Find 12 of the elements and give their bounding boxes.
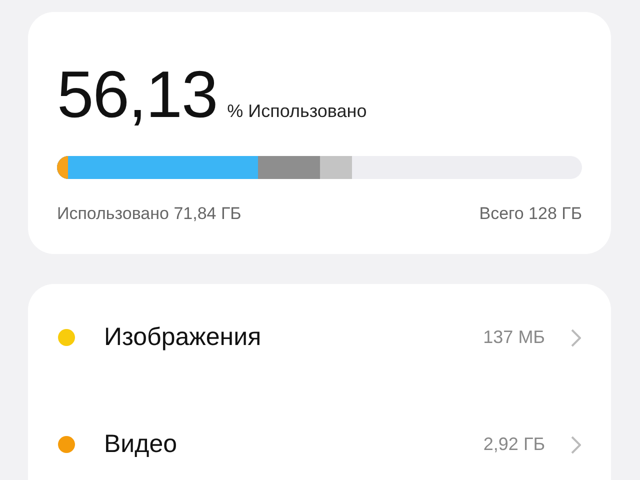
chevron-right-icon <box>571 328 581 346</box>
usage-label: % Использовано <box>227 101 367 122</box>
category-row[interactable]: Изображения 137 МБ <box>58 284 581 391</box>
category-size: 2,92 ГБ <box>483 434 545 455</box>
used-text: Использовано 71,84 ГБ <box>57 204 242 224</box>
chevron-right-icon <box>571 436 581 454</box>
category-row[interactable]: Видео 2,92 ГБ <box>58 391 581 480</box>
usage-percent: 56,13 <box>57 56 218 132</box>
category-name: Изображения <box>104 323 262 352</box>
category-name: Видео <box>104 430 178 459</box>
total-text: Всего 128 ГБ <box>479 204 582 224</box>
category-size: 137 МБ <box>483 327 545 348</box>
